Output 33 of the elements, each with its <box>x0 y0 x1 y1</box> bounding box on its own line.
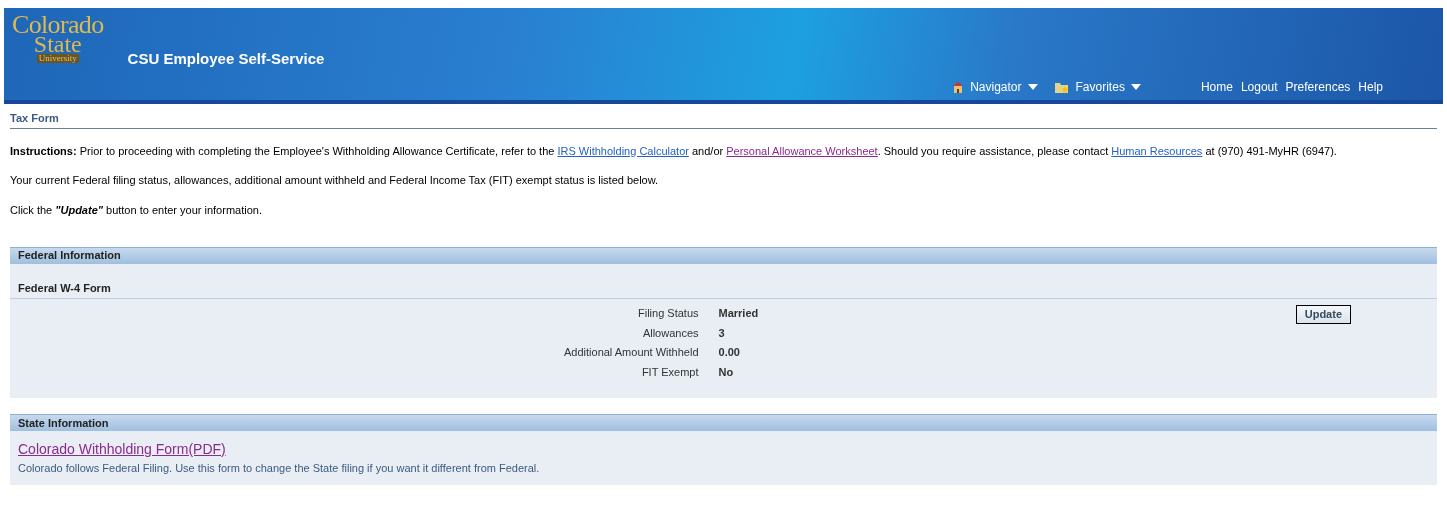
section-header: Federal Information <box>10 246 1437 264</box>
form-link[interactable]: Colorado Withholding Form(PDF) <box>18 439 226 460</box>
text-link[interactable]: Human Resources <box>1111 144 1203 157</box>
text-link[interactable]: Personal Allowance Worksheet <box>726 144 878 157</box>
page-title: Tax Form <box>10 112 59 124</box>
text-link[interactable]: IRS Withholding Calculator <box>557 144 689 157</box>
caret-icon <box>1130 84 1141 90</box>
menu-button[interactable]: Navigator <box>952 78 1038 96</box>
header-link[interactable]: Preferences <box>1285 78 1351 96</box>
section-header: State Information <box>10 414 1437 431</box>
state-note: Colorado follows Federal Filing. Use this form to change the State filing if you want it different from Federal. <box>18 461 540 476</box>
instructions-text: Instructions: Prior to proceeding with completing the Employee's Withholding Allowance Certificate, refer to the IRS Withholding Calculator and/or Personal Allowance Worksheet. Should you require assistance, please contact Human Resources at (970) 491-MyHR (6947). <box>10 144 1338 158</box>
field-label: FIT Exempt <box>640 364 699 380</box>
field-label: Additional Amount Withheld <box>564 345 699 360</box>
field-value: 0.00 <box>718 345 741 360</box>
house-icon <box>952 80 965 94</box>
app-title: CSU Employee Self-Service <box>127 49 325 69</box>
update-button[interactable]: Update <box>1295 305 1351 324</box>
header-link[interactable]: Home <box>1200 78 1233 96</box>
status-note: Your current Federal filing status, allowances, additional amount withheld and Federal Income Tax (FIT) exempt status is listed below. <box>10 172 660 188</box>
field-value: Married <box>718 306 759 321</box>
field-label: Filing Status <box>637 306 699 321</box>
caret-icon <box>1027 84 1038 90</box>
field-label: Allowances <box>641 325 699 341</box>
folder-star-icon <box>1053 80 1070 94</box>
header-link[interactable]: Help <box>1358 78 1383 96</box>
menu-button[interactable]: Favorites <box>1053 78 1141 96</box>
subsection-title: Federal W-4 Form <box>18 281 111 294</box>
field-value: No <box>718 364 735 380</box>
header-link[interactable]: Logout <box>1240 78 1278 96</box>
update-note: Click the "Update" button to enter your information. <box>10 203 263 218</box>
field-value: 3 <box>718 325 726 341</box>
university-logo: Colorado State University <box>12 12 104 63</box>
